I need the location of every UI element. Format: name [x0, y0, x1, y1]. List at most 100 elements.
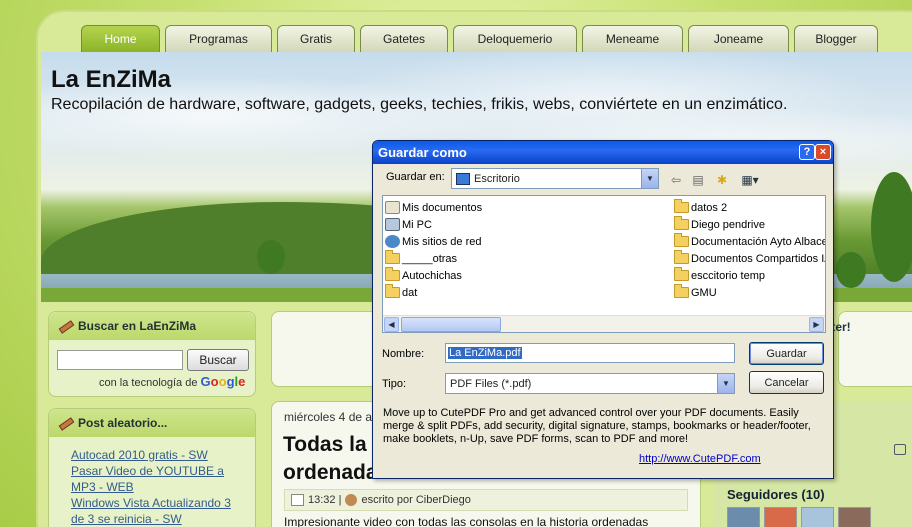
- shared-folder-icon: [674, 250, 689, 264]
- powered-by: con la tecnología de Google: [99, 374, 245, 389]
- promo-text: Move up to CutePDF Pro and get advanced …: [383, 407, 811, 445]
- post-link[interactable]: Windows Vista Actualizando 3: [71, 495, 231, 511]
- filetype-dropdown[interactable]: PDF Files (*.pdf) ▼: [445, 373, 735, 394]
- followers-title: Seguidores (10): [727, 487, 825, 502]
- file-item[interactable]: dat: [385, 284, 417, 301]
- post-body: Impresionante video con todas las consol…: [284, 515, 649, 527]
- horizontal-scrollbar[interactable]: ◀ ▶: [383, 315, 825, 332]
- file-item[interactable]: Diego pendrive: [674, 216, 765, 233]
- tab-programas[interactable]: Programas: [165, 25, 272, 52]
- file-item[interactable]: GMU: [674, 284, 717, 301]
- tab-deloquemerio[interactable]: Deloquemerio: [453, 25, 577, 52]
- save-in-value: Escritorio: [474, 172, 520, 185]
- tab-meneame[interactable]: Meneame: [582, 25, 683, 52]
- filetype-label: Tipo:: [382, 378, 407, 390]
- post-link[interactable]: Autocad 2010 gratis - SW: [71, 447, 231, 463]
- up-folder-icon[interactable]: ▤: [689, 172, 707, 188]
- site-title[interactable]: La EnZiMa: [51, 66, 171, 94]
- save-in-dropdown[interactable]: Escritorio ▼: [451, 168, 659, 189]
- tab-joneame[interactable]: Joneame: [688, 25, 789, 52]
- calendar-icon: [291, 494, 304, 506]
- post-title[interactable]: Todas la ordenada: [283, 431, 378, 487]
- folder-icon: [674, 267, 689, 281]
- tab-home[interactable]: Home: [81, 25, 160, 52]
- file-item[interactable]: Documentos Compartidos IA: [674, 250, 825, 267]
- search-widget: Buscar en LaEnZiMa Buscar con la tecnolo…: [48, 311, 256, 397]
- filetype-value: PDF Files (*.pdf): [450, 377, 532, 390]
- folder-icon: [674, 216, 689, 230]
- random-post-title: Post aleatorio...: [49, 409, 255, 437]
- pencil-icon: [59, 418, 73, 428]
- back-icon[interactable]: ⇦: [667, 172, 685, 188]
- folder-icon: [674, 233, 689, 247]
- save-in-label: Guardar en:: [386, 171, 445, 183]
- view-menu-icon[interactable]: ▦▾: [737, 172, 763, 188]
- powered-by-text: con la tecnología de: [99, 377, 198, 389]
- close-button[interactable]: ×: [815, 144, 831, 160]
- post-title-line: Todas la: [283, 433, 367, 456]
- avatar[interactable]: [838, 507, 871, 527]
- scroll-left-icon[interactable]: ◀: [384, 317, 399, 332]
- google-logo: Google: [200, 374, 246, 389]
- tree: [871, 172, 912, 282]
- search-button[interactable]: Buscar: [187, 349, 249, 371]
- file-item[interactable]: datos 2: [674, 199, 727, 216]
- random-post-list: Autocad 2010 gratis - SW Pasar Video de …: [71, 447, 231, 527]
- random-post-title-text: Post aleatorio...: [78, 416, 168, 430]
- avatar[interactable]: [764, 507, 797, 527]
- tab-gatetes[interactable]: Gatetes: [360, 25, 448, 52]
- documents-icon: [385, 201, 400, 214]
- post-meta: 13:32 | escrito por CiberDiego: [284, 489, 688, 511]
- pencil-icon: [59, 321, 73, 331]
- new-folder-icon[interactable]: ✱: [713, 172, 731, 188]
- chevron-down-icon[interactable]: ▼: [641, 169, 658, 188]
- user-icon: [345, 494, 358, 506]
- file-list: Mis documentos Mi PC Mis sitios de red _…: [382, 195, 826, 333]
- post-time: 13:32 |: [308, 494, 342, 506]
- scroll-right-icon[interactable]: ▶: [809, 317, 824, 332]
- post-link[interactable]: MP3 - WEB: [71, 479, 231, 495]
- folder-icon: [385, 267, 400, 281]
- post-author: escrito por CiberDiego: [361, 494, 471, 506]
- search-widget-title: Buscar en LaEnZiMa: [49, 312, 255, 340]
- file-item[interactable]: Documentación Ayto Albace: [674, 233, 825, 250]
- twitter-box: itter!: [824, 311, 912, 387]
- file-item[interactable]: Mi PC: [385, 216, 432, 233]
- tree: [836, 252, 866, 288]
- tree: [257, 240, 285, 274]
- save-button[interactable]: Guardar: [749, 342, 824, 365]
- filename-value: La EnZiMa.pdf: [448, 347, 522, 359]
- tab-blogger[interactable]: Blogger: [794, 25, 878, 52]
- external-link-icon[interactable]: [894, 444, 906, 455]
- file-item[interactable]: esccitorio temp: [674, 267, 765, 284]
- cancel-button[interactable]: Cancelar: [749, 371, 824, 394]
- scrollbar-thumb[interactable]: [401, 317, 501, 332]
- avatar[interactable]: [801, 507, 834, 527]
- file-item[interactable]: Mis documentos: [385, 199, 482, 216]
- folder-icon: [385, 284, 400, 298]
- folder-icon: [674, 284, 689, 298]
- search-widget-title-text: Buscar en LaEnZiMa: [78, 319, 197, 333]
- search-input[interactable]: [57, 350, 183, 370]
- promo-link[interactable]: http://www.CutePDF.com: [639, 453, 761, 465]
- save-as-dialog: Guardar como ? × Guardar en: Escritorio …: [372, 140, 834, 479]
- avatar[interactable]: [727, 507, 760, 527]
- dialog-titlebar[interactable]: Guardar como: [373, 141, 833, 164]
- chevron-down-icon[interactable]: ▼: [717, 374, 734, 393]
- help-button[interactable]: ?: [799, 144, 815, 160]
- filename-field[interactable]: La EnZiMa.pdf: [445, 343, 735, 363]
- desktop-icon: [456, 172, 470, 185]
- file-item[interactable]: Autochichas: [385, 267, 462, 284]
- post-link[interactable]: de 3 se reinicia - SW: [71, 511, 231, 527]
- file-item[interactable]: Mis sitios de red: [385, 233, 481, 250]
- network-icon: [385, 235, 400, 248]
- post-title-line: ordenada: [283, 461, 378, 484]
- computer-icon: [385, 218, 400, 231]
- file-item[interactable]: _____otras: [385, 250, 457, 267]
- post-link[interactable]: Pasar Video de YOUTUBE a: [71, 463, 231, 479]
- folder-icon: [674, 199, 689, 213]
- folder-icon: [385, 250, 400, 264]
- dialog-title: Guardar como: [378, 145, 467, 160]
- filename-label: Nombre:: [382, 348, 425, 360]
- tab-gratis[interactable]: Gratis: [277, 25, 355, 52]
